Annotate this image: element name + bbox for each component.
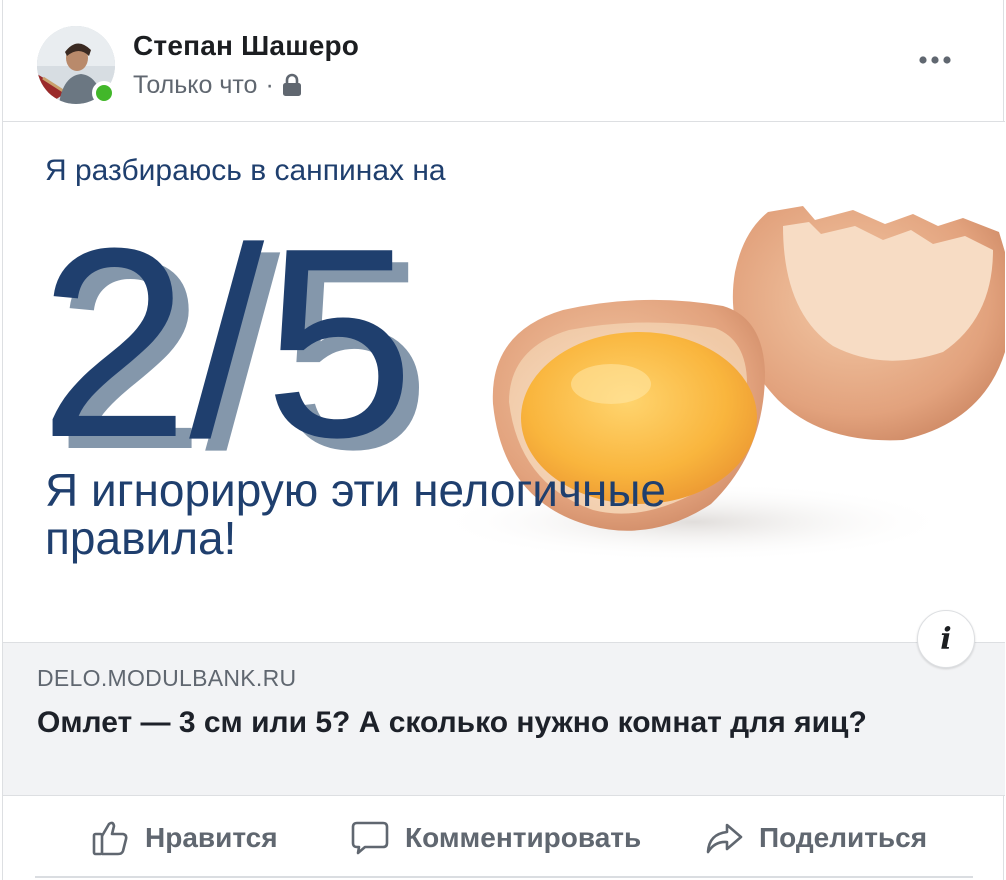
more-icon[interactable]	[917, 52, 953, 68]
image-bottom-line-1: Я игнорирую эти нелогичные	[45, 464, 666, 516]
link-preview[interactable]: DELO.MODULBANK.RU Омлет — 3 см или 5? А …	[3, 642, 1005, 796]
image-big-text: 2/5	[39, 193, 414, 494]
like-label: Нравится	[145, 822, 278, 853]
info-button[interactable]: i	[917, 610, 975, 668]
image-top-text: Я разбираюсь в санпинах на	[45, 154, 446, 187]
post-timestamp[interactable]: Только что	[133, 71, 257, 100]
post-header: Степан Шашеро Только что ·	[3, 0, 1005, 122]
post-actions: Нравится Комментировать Поделиться	[3, 796, 1005, 880]
meta-separator: ·	[265, 70, 274, 99]
comment-button[interactable]: Комментировать	[351, 814, 641, 862]
like-button[interactable]: Нравится	[91, 814, 278, 862]
share-button[interactable]: Поделиться	[705, 814, 927, 862]
feed-post: Степан Шашеро Только что · Я разбираюсь …	[2, 0, 1005, 880]
link-title[interactable]: Омлет — 3 см или 5? А сколько нужно комн…	[37, 703, 937, 743]
comment-label: Комментировать	[405, 822, 642, 853]
actions-divider	[35, 876, 973, 878]
comment-icon	[351, 821, 389, 855]
online-status-indicator	[92, 81, 116, 105]
link-domain: DELO.MODULBANK.RU	[37, 665, 297, 691]
image-bottom-line-2: правила!	[45, 512, 236, 564]
thumbs-up-icon	[92, 821, 128, 856]
share-label: Поделиться	[759, 822, 928, 853]
lock-icon[interactable]	[282, 73, 302, 97]
author-name[interactable]: Степан Шашеро	[133, 30, 359, 62]
post-image[interactable]: Я разбираюсь в санпинах на 2/5 2/5 Я игн…	[3, 122, 1005, 642]
share-icon	[706, 823, 743, 854]
promo-illustration: Я разбираюсь в санпинах на 2/5 2/5 Я игн…	[39, 154, 1005, 564]
info-icon: i	[940, 621, 952, 657]
post-meta: Только что ·	[133, 70, 302, 100]
